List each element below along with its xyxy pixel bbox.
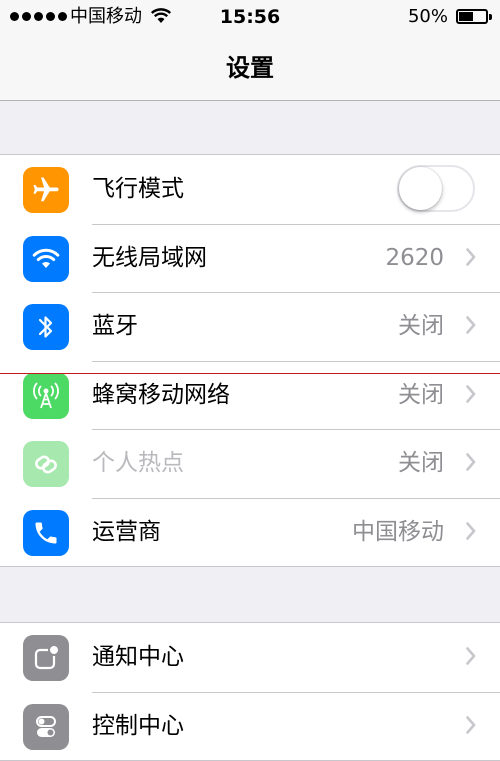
carrier-label: 运营商	[92, 518, 161, 545]
personal-hotspot-value: 关闭	[398, 450, 444, 476]
chevron-right-icon	[466, 521, 476, 540]
chevron-right-icon	[466, 647, 476, 665]
bluetooth-value: 关闭	[398, 313, 444, 339]
page-title: 设置	[226, 54, 274, 82]
battery-percent: 50%	[407, 6, 448, 27]
status-bar: 中国移动 15:56 50%	[0, 0, 500, 36]
settings-row-personal-hotspot[interactable]: 个人热点 关闭	[0, 429, 500, 498]
chevron-right-icon	[466, 247, 476, 266]
red-annotation-line	[0, 373, 500, 374]
personal-hotspot-label: 个人热点	[92, 450, 184, 476]
toggle-knob	[399, 167, 442, 210]
chevron-right-icon	[466, 384, 476, 403]
airplane-icon	[23, 167, 69, 213]
bluetooth-label: 蓝牙	[92, 313, 138, 339]
chevron-right-icon	[466, 715, 476, 734]
airplane-mode-label: 飞行模式	[92, 176, 184, 202]
wifi-label: 无线局域网	[92, 244, 207, 271]
wifi-icon	[23, 235, 69, 282]
chevron-right-icon	[466, 453, 476, 471]
carrier-value: 中国移动	[352, 518, 444, 545]
chevron-right-icon	[466, 316, 476, 334]
settings-row-airplane-mode: 飞行模式	[0, 155, 500, 224]
bluetooth-icon	[23, 304, 69, 350]
airplane-mode-toggle[interactable]	[397, 165, 475, 212]
cellular-antenna-icon	[23, 372, 69, 419]
battery-fill	[459, 12, 473, 21]
navigation-bar: 设置	[0, 36, 500, 101]
notification-center-label: 通知中心	[92, 644, 184, 670]
settings-group-connectivity: 飞行模式 无线局域网 2620 蓝牙 关闭 蜂窝移动网络 关闭 个人热点 关闭 …	[0, 154, 500, 567]
hotspot-link-icon	[23, 441, 69, 487]
settings-row-cellular[interactable]: 蜂窝移动网络 关闭	[0, 360, 500, 430]
cellular-label: 蜂窝移动网络	[92, 381, 230, 408]
wifi-value: 2620	[385, 244, 444, 271]
settings-group-centers: 通知中心 控制中心	[0, 622, 500, 761]
control-center-label: 控制中心	[92, 712, 184, 739]
settings-row-carrier[interactable]: 运营商 中国移动	[0, 497, 500, 567]
settings-row-notification-center[interactable]: 通知中心	[0, 623, 500, 692]
cellular-value: 关闭	[398, 381, 444, 408]
phone-icon	[23, 509, 69, 556]
settings-row-bluetooth[interactable]: 蓝牙 关闭	[0, 292, 500, 361]
settings-row-wifi[interactable]: 无线局域网 2620	[0, 223, 500, 293]
notification-center-icon	[23, 635, 69, 681]
battery-icon	[456, 9, 492, 24]
control-center-icon	[23, 703, 69, 750]
